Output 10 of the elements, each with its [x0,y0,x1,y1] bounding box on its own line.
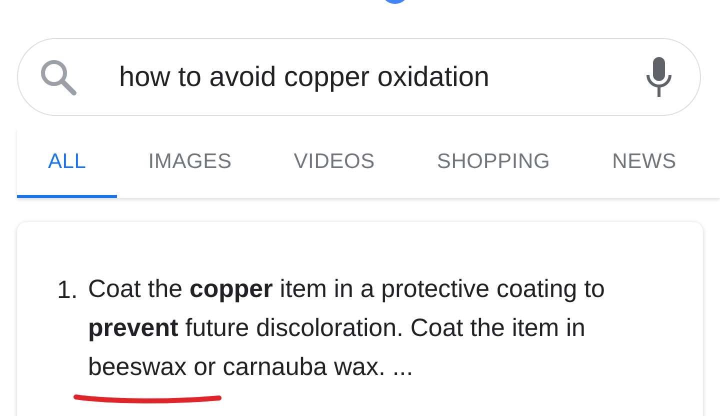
microphone-icon[interactable] [646,57,672,97]
search-field[interactable]: how to avoid copper oxidation [17,38,701,116]
search-tab[interactable]: ALL [17,128,118,198]
search-tab[interactable]: NEWS [581,128,708,198]
list-number: 1. [57,275,79,306]
search-tab[interactable]: VIDEOS [262,128,406,198]
result-text: Coat the copper item in a protective coating to prevent future discoloration. Coat the item in beeswax or carnauba wax. ... [88,274,606,383]
search-tab[interactable]: IMAGES [117,128,263,198]
search-tab[interactable]: SHOPPING [406,128,582,198]
search-icon [39,58,77,96]
